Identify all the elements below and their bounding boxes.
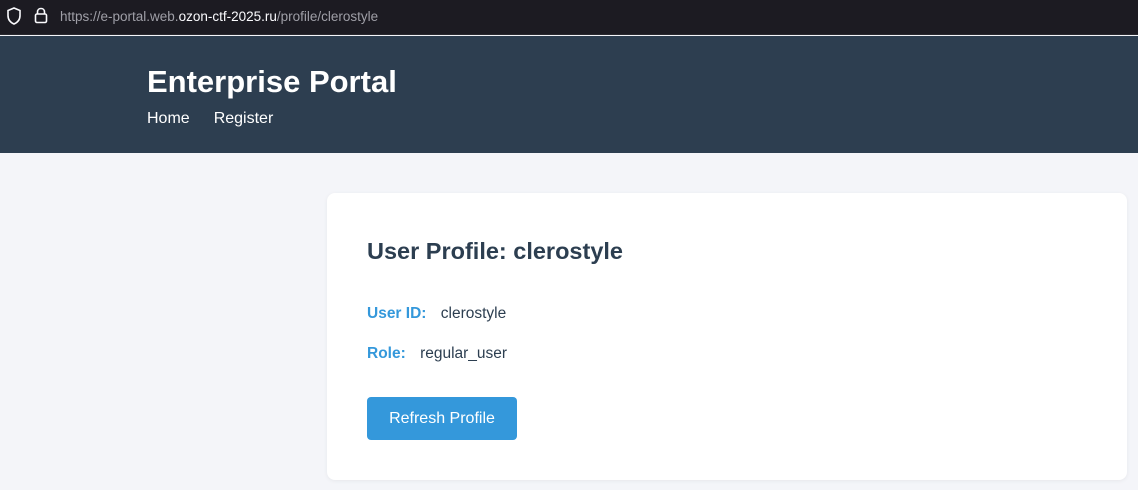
url-domain: ozon-ctf-2025.ru [178, 9, 277, 24]
url-path: /profile/clerostyle [276, 9, 379, 24]
url-prefix: https://e-portal.web. [60, 9, 179, 24]
profile-card: User Profile: clerostyle User ID: cleros… [327, 193, 1127, 480]
site-title: Enterprise Portal [147, 64, 397, 99]
profile-heading: User Profile: clerostyle [367, 238, 623, 264]
shield-icon[interactable] [6, 7, 22, 25]
nav-home-link[interactable]: Home [147, 110, 190, 128]
lock-icon[interactable] [34, 7, 48, 24]
user-id-row: User ID: clerostyle [367, 305, 506, 323]
role-value: regular_user [420, 345, 508, 362]
main-nav: Home Register [147, 110, 273, 128]
role-row: Role: regular_user [367, 345, 507, 363]
user-id-value: clerostyle [440, 305, 507, 322]
browser-url-bar[interactable]: https://e-portal.web.ozon-ctf-2025.ru/pr… [0, 0, 1138, 35]
role-label: Role: [367, 345, 406, 362]
nav-register-link[interactable]: Register [214, 110, 274, 128]
refresh-profile-button[interactable]: Refresh Profile [367, 397, 517, 440]
url-text[interactable]: https://e-portal.web.ozon-ctf-2025.ru/pr… [60, 9, 378, 24]
site-header: Enterprise Portal Home Register [0, 36, 1138, 153]
user-id-label: User ID: [367, 305, 427, 322]
